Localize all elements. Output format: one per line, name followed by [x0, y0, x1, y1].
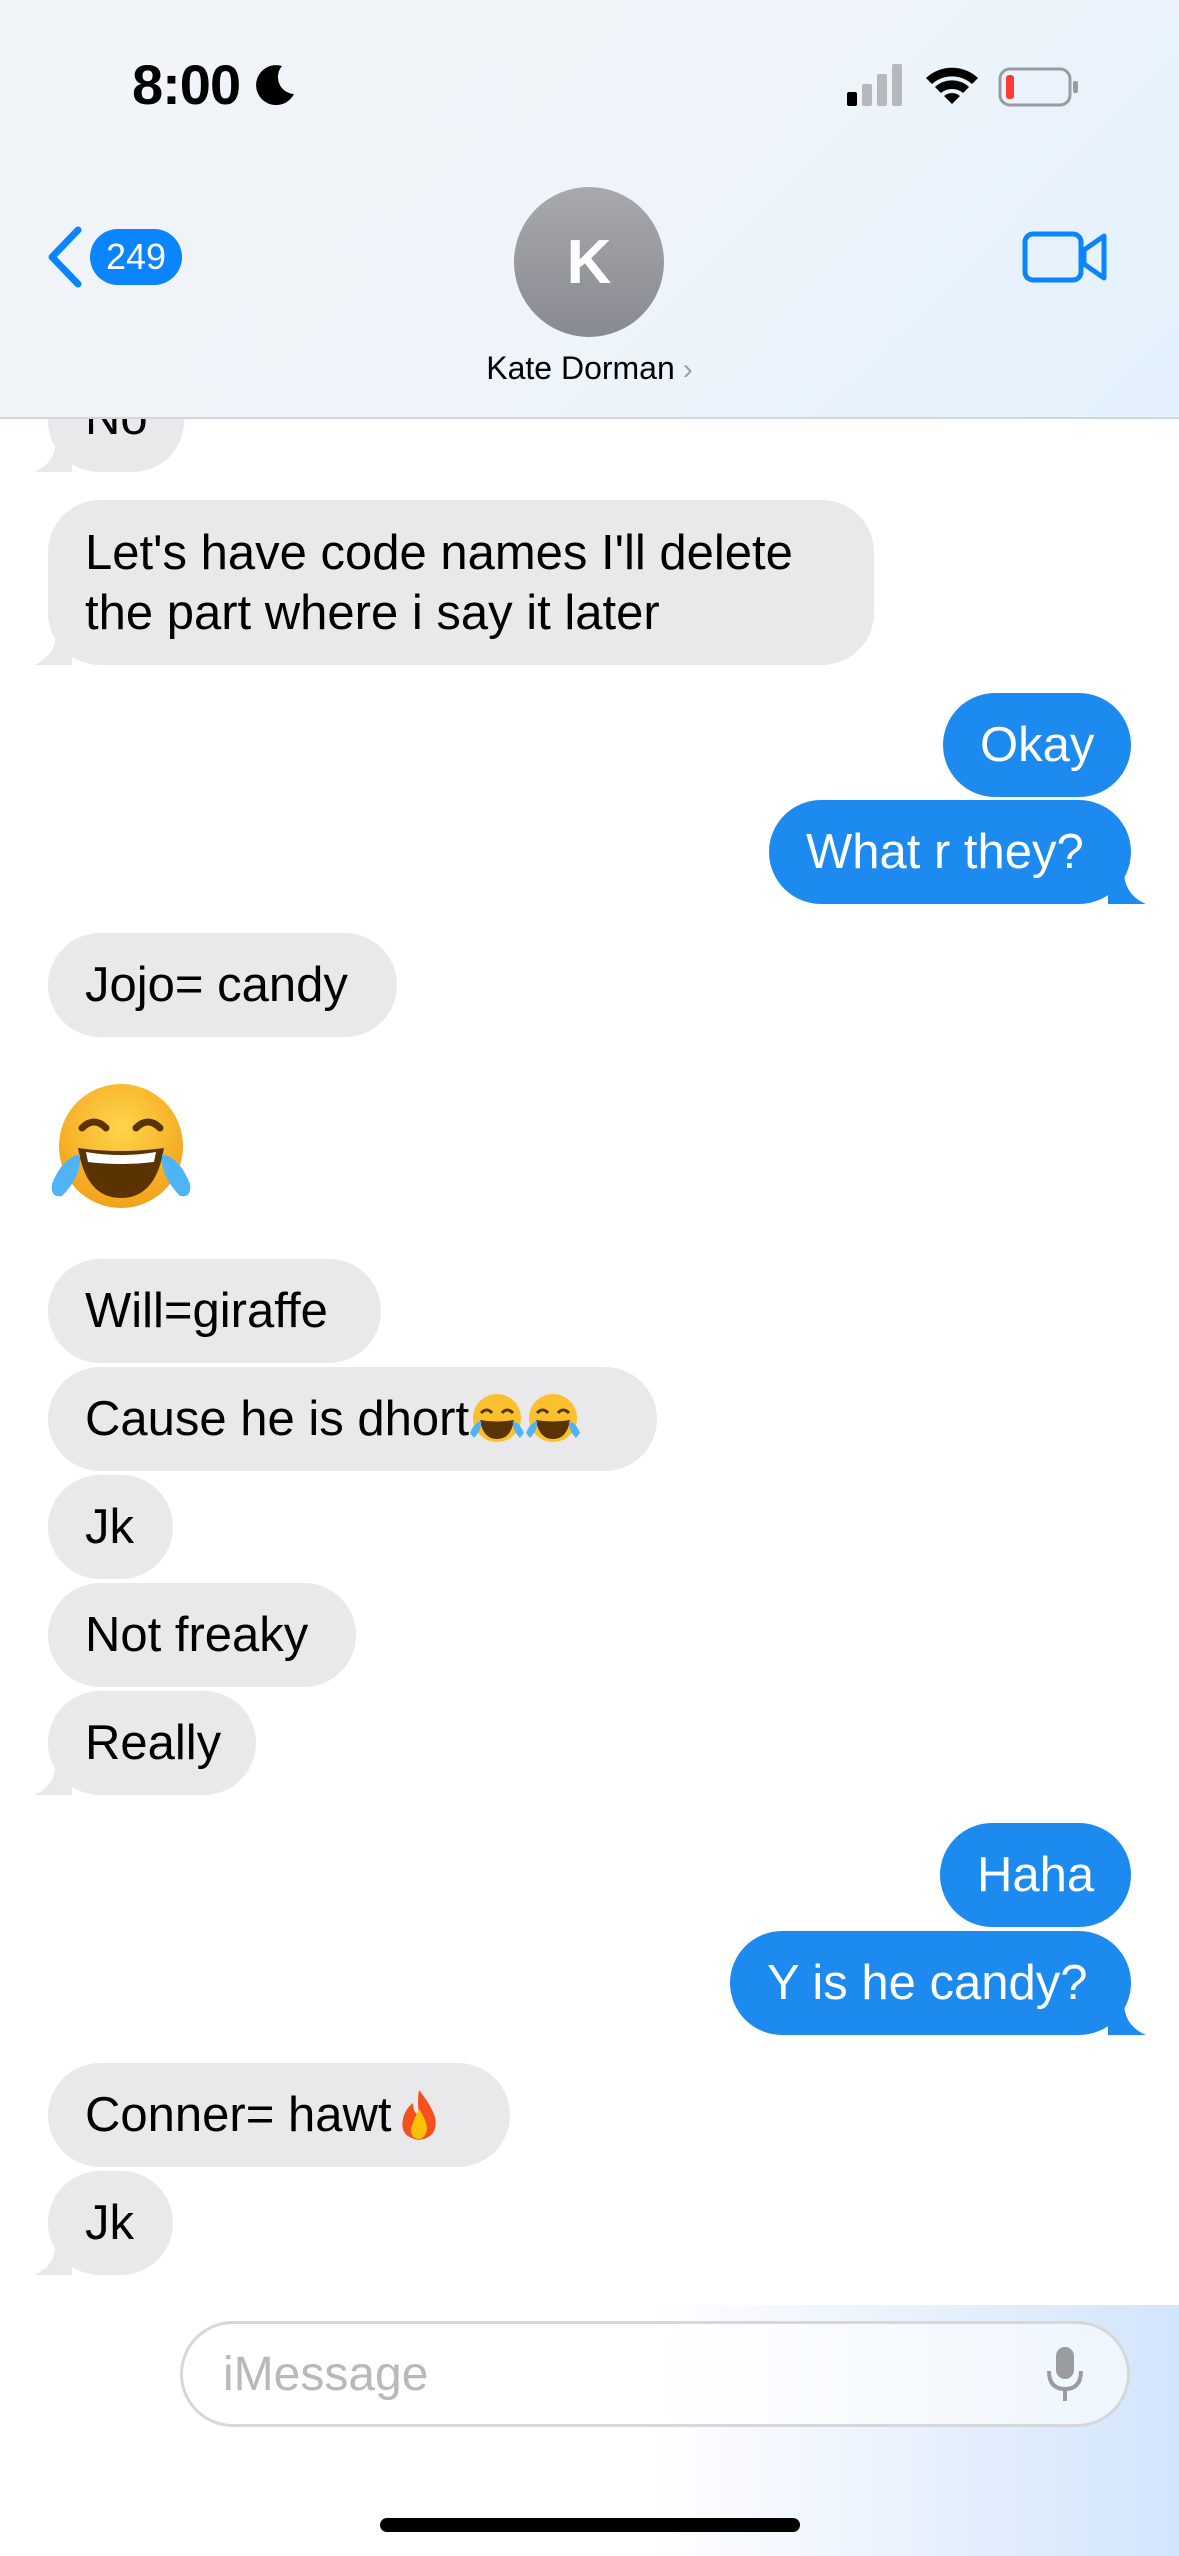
message-text: Okay: [980, 718, 1095, 772]
chevron-right-icon: ›: [682, 353, 693, 386]
avatar-initial: K: [566, 227, 612, 297]
cellular-signal-icon: [847, 64, 902, 106]
message-bubble-received[interactable]: Really: [48, 1691, 256, 1795]
home-indicator[interactable]: [380, 2518, 800, 2532]
bubble-tail: [34, 2235, 72, 2275]
wifi-icon: [926, 67, 978, 104]
message-text: What r they?: [806, 825, 1084, 879]
message-bubble-received[interactable]: Cause he is dhort: [48, 1367, 657, 1471]
bubble-tail: [34, 625, 72, 665]
message-text: Really: [85, 1716, 222, 1770]
contact-name-button[interactable]: Kate Dorman ›: [0, 350, 1179, 387]
conversation-header: 8:00 249 K Kate Dorman ›: [0, 0, 1179, 419]
message-bubble-sent[interactable]: Okay: [943, 693, 1131, 797]
message-text: Not freaky: [85, 1608, 309, 1662]
message-bubble-received[interactable]: Jojo= candy: [48, 933, 397, 1037]
contact-name: Kate Dorman: [486, 350, 675, 386]
bubble-tail: [34, 432, 72, 472]
message-text: Jk: [85, 1500, 134, 1554]
message-bubble-sent[interactable]: Haha: [940, 1823, 1131, 1927]
face-with-tears-of-joy-emoji[interactable]: [48, 1080, 194, 1216]
message-bubble-received[interactable]: Jk: [48, 1475, 173, 1579]
message-text: Will=giraffe: [85, 1284, 328, 1338]
battery-icon: [998, 67, 1078, 107]
message-text: Y is he candy?: [767, 1956, 1088, 2010]
bubble-tail: [1108, 1995, 1146, 2035]
message-input-placeholder: iMessage: [223, 2347, 429, 2401]
message-bubble-received[interactable]: Let's have code names I'll delete the pa…: [48, 500, 874, 665]
back-button[interactable]: 249: [44, 222, 183, 292]
message-text: Jojo= candy: [85, 958, 348, 1012]
message-bubble-received[interactable]: Not freaky: [48, 1583, 356, 1687]
message-bubble-sent[interactable]: Y is he candy?: [730, 1931, 1131, 2035]
message-text: Jk: [85, 2196, 134, 2250]
message-text-line: Let's have code names I'll delete: [85, 525, 793, 580]
fire-emoji: [402, 2090, 437, 2140]
message-text: Conner= hawt: [85, 2088, 392, 2142]
face-with-tears-of-joy-emoji: [526, 1394, 581, 1442]
bubble-tail: [34, 1755, 72, 1795]
face-with-tears-of-joy-emoji: [470, 1394, 525, 1442]
message-bubble-sent[interactable]: What r they?: [769, 800, 1131, 904]
message-text: Cause he is dhort: [85, 1392, 470, 1446]
message-text-line: the part where i say it later: [85, 585, 660, 640]
bubble-tail: [1108, 864, 1146, 904]
chevron-left-icon: [48, 226, 82, 288]
message-input[interactable]: iMessage: [180, 2321, 1130, 2427]
microphone-icon[interactable]: [1045, 2345, 1085, 2403]
message-text: Haha: [977, 1848, 1095, 1902]
status-time: 8:00: [132, 53, 241, 116]
unread-count-badge: 249: [90, 229, 183, 285]
video-camera-icon[interactable]: [1022, 228, 1108, 286]
contact-avatar[interactable]: K: [514, 187, 664, 337]
message-bubble-received[interactable]: Conner= hawt: [48, 2063, 510, 2167]
message-bubble-received[interactable]: Will=giraffe: [48, 1259, 381, 1363]
moon-icon: [256, 65, 294, 106]
